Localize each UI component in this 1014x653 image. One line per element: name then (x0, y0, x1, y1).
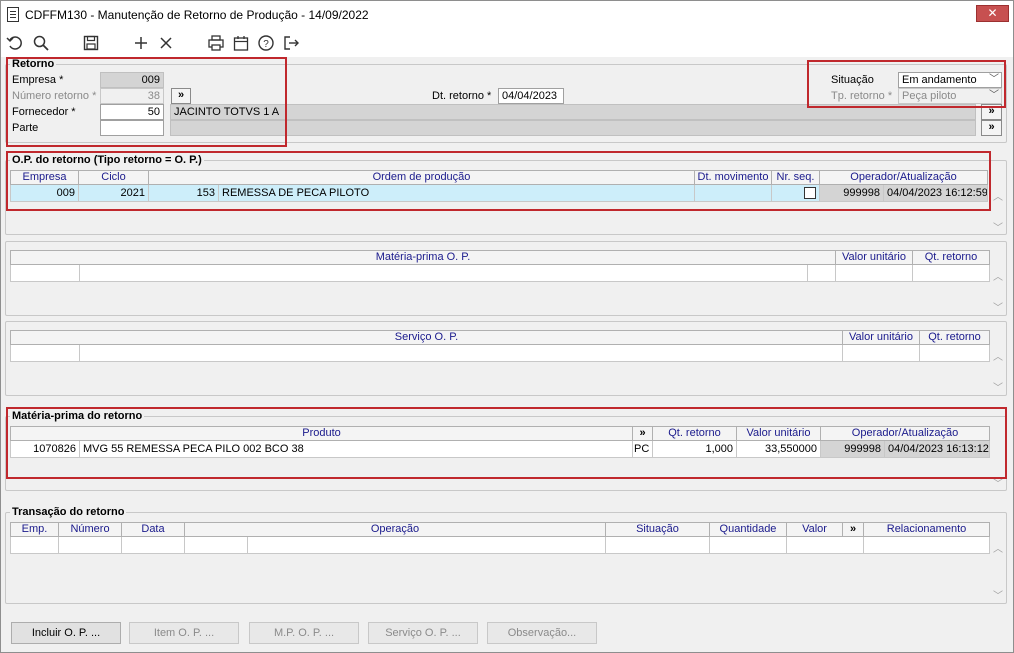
scroll-up-icon[interactable]: ︿ (991, 188, 1005, 203)
window-title: CDFFM130 - Manutenção de Retorno de Prod… (25, 8, 369, 22)
save-icon[interactable] (82, 34, 100, 52)
cell[interactable] (808, 265, 836, 282)
highlight-situacao (807, 60, 1006, 108)
observacao-button[interactable]: Observação... (487, 622, 597, 644)
col-valor-unitario[interactable]: Valor unitário (843, 330, 920, 345)
scroll-down-icon[interactable]: ﹀ (991, 379, 1005, 394)
cell[interactable] (80, 265, 808, 282)
dt-retorno-field[interactable]: 04/04/2023 (498, 88, 564, 104)
transacao-header: Emp. Número Data Operação Situação Quant… (10, 522, 990, 537)
highlight-retorno (6, 57, 287, 147)
col-relacionamento[interactable]: Relacionamento (864, 522, 990, 537)
mp-op-header: Matéria-prima O. P. Valor unitário Qt. r… (10, 250, 990, 265)
help-icon[interactable]: ? (257, 34, 275, 52)
mp-op-button[interactable]: M.P. O. P. ... (249, 622, 359, 644)
item-op-button[interactable]: Item O. P. ... (129, 622, 239, 644)
scroll-down-icon[interactable]: ﹀ (991, 299, 1005, 314)
close-button[interactable]: ✕ (976, 5, 1009, 22)
col-lookup[interactable]: » (843, 522, 864, 537)
search-icon[interactable] (32, 34, 50, 52)
cell[interactable] (710, 537, 787, 554)
exit-icon[interactable] (282, 34, 300, 52)
scroll-up-icon[interactable]: ︿ (991, 348, 1005, 363)
col-quantidade[interactable]: Quantidade (710, 522, 787, 537)
scroll-down-icon[interactable]: ﹀ (991, 587, 1005, 602)
col-situacao[interactable]: Situação (606, 522, 710, 537)
toolbar (1, 29, 1013, 57)
parte-lookup-button[interactable]: » (981, 120, 1002, 136)
cell[interactable] (10, 537, 59, 554)
col-qt-retorno[interactable]: Qt. retorno (913, 250, 990, 265)
dt-retorno-label: Dt. retorno * (432, 90, 492, 102)
servico-op-header: Serviço O. P. Valor unitário Qt. retorno (10, 330, 990, 345)
col-servico[interactable]: Serviço O. P. (10, 330, 843, 345)
col-valor-unitario[interactable]: Valor unitário (836, 250, 913, 265)
main-window: CDFFM130 - Manutenção de Retorno de Prod… (0, 0, 1014, 653)
cell[interactable] (606, 537, 710, 554)
col-qt-retorno[interactable]: Qt. retorno (920, 330, 990, 345)
col-operacao[interactable]: Operação (185, 522, 606, 537)
highlight-mp-retorno (6, 407, 1007, 479)
undo-icon[interactable] (6, 34, 24, 52)
table-row[interactable] (10, 265, 990, 282)
svg-text:?: ? (263, 39, 269, 50)
incluir-op-button[interactable]: Incluir O. P. ... (11, 622, 121, 644)
cell[interactable] (843, 345, 920, 362)
cell[interactable] (920, 345, 990, 362)
calendar-icon[interactable] (232, 34, 250, 52)
col-numero[interactable]: Número (59, 522, 122, 537)
cell[interactable] (248, 537, 606, 554)
table-row[interactable] (10, 345, 990, 362)
scroll-up-icon[interactable]: ︿ (991, 540, 1005, 555)
add-icon[interactable] (132, 34, 150, 52)
scroll-up-icon[interactable]: ︿ (991, 268, 1005, 283)
cell[interactable] (913, 265, 990, 282)
cell[interactable] (787, 537, 864, 554)
cell[interactable] (836, 265, 913, 282)
parte-desc-field (170, 120, 976, 136)
print-icon[interactable] (207, 34, 225, 52)
cell[interactable] (864, 537, 990, 554)
document-icon (7, 7, 19, 22)
servico-op-button[interactable]: Serviço O. P. ... (368, 622, 478, 644)
table-row[interactable] (10, 537, 990, 554)
col-emp[interactable]: Emp. (10, 522, 59, 537)
delete-icon[interactable] (157, 34, 175, 52)
col-data[interactable]: Data (122, 522, 185, 537)
scroll-down-icon[interactable]: ﹀ (991, 219, 1005, 234)
cell[interactable] (10, 345, 80, 362)
highlight-op-retorno (6, 151, 991, 211)
transacao-title: Transação do retorno (10, 506, 127, 518)
cell[interactable] (10, 265, 80, 282)
cell[interactable] (185, 537, 248, 554)
col-materia-prima[interactable]: Matéria-prima O. P. (10, 250, 836, 265)
cell[interactable] (122, 537, 185, 554)
cell[interactable] (59, 537, 122, 554)
title-bar: CDFFM130 - Manutenção de Retorno de Prod… (1, 1, 1013, 29)
cell[interactable] (80, 345, 843, 362)
col-valor[interactable]: Valor (787, 522, 843, 537)
